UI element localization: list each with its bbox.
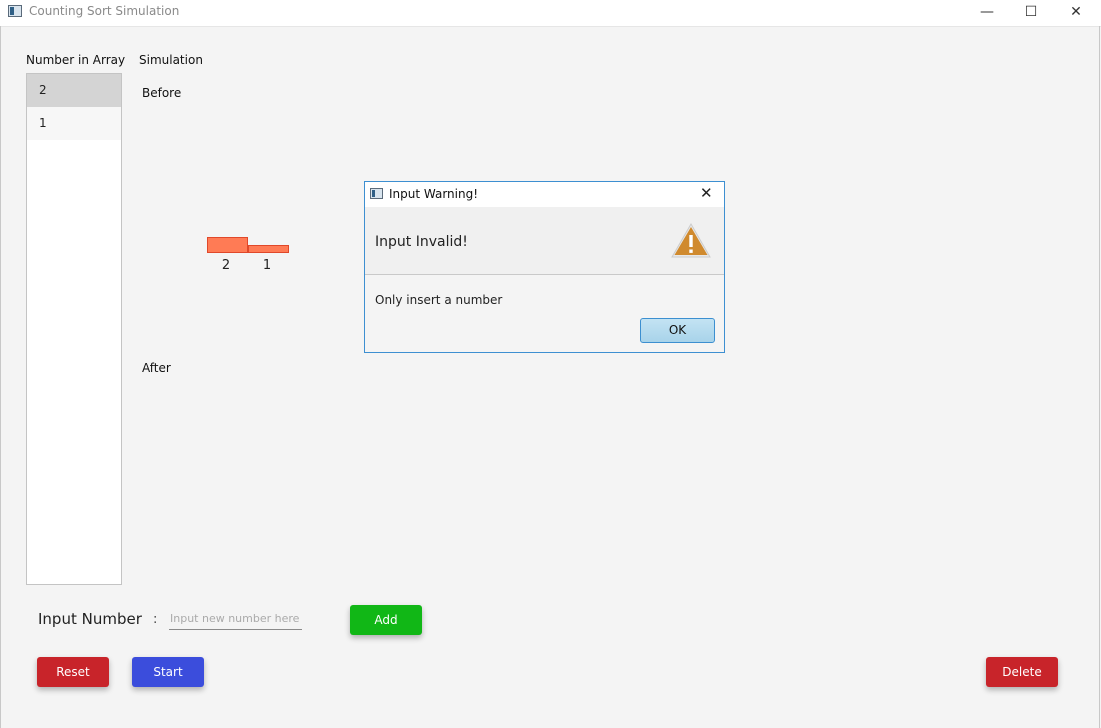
array-bar bbox=[248, 245, 289, 253]
dialog-titlebar[interactable]: Input Warning! ✕ bbox=[365, 182, 724, 207]
window-titlebar[interactable]: Counting Sort Simulation — ☐ ✕ bbox=[0, 0, 1101, 27]
array-list[interactable]: 2 1 bbox=[26, 73, 122, 585]
maximize-button[interactable]: ☐ bbox=[1008, 0, 1054, 26]
dialog-title: Input Warning! bbox=[389, 187, 479, 201]
dialog-content-text: Only insert a number bbox=[375, 293, 503, 307]
input-colon: : bbox=[153, 612, 158, 627]
simulation-title: Simulation bbox=[139, 53, 203, 67]
delete-button[interactable]: Delete bbox=[986, 657, 1058, 687]
dialog-app-icon bbox=[370, 188, 383, 199]
app-icon bbox=[8, 5, 22, 17]
array-bar-label: 1 bbox=[262, 258, 272, 273]
list-item[interactable]: 2 bbox=[27, 74, 121, 107]
array-list-title: Number in Array bbox=[26, 53, 126, 67]
dialog-header: Input Invalid! bbox=[365, 207, 724, 275]
warning-icon bbox=[671, 222, 711, 258]
dialog-header-text: Input Invalid! bbox=[375, 234, 468, 250]
window-border-left bbox=[0, 26, 1, 728]
dialog-close-button[interactable]: ✕ bbox=[700, 184, 713, 202]
close-button[interactable]: ✕ bbox=[1053, 0, 1099, 26]
minimize-button[interactable]: — bbox=[964, 0, 1010, 26]
window-title: Counting Sort Simulation bbox=[29, 4, 180, 18]
window-border-right bbox=[1099, 26, 1100, 728]
before-label: Before bbox=[142, 86, 182, 100]
after-label: After bbox=[142, 361, 171, 375]
input-number-label: Input Number bbox=[38, 610, 142, 628]
ok-button[interactable]: OK bbox=[640, 318, 715, 343]
array-bar bbox=[207, 237, 248, 253]
number-input[interactable] bbox=[169, 608, 302, 630]
input-warning-dialog[interactable]: Input Warning! ✕ Input Invalid! Only ins… bbox=[364, 181, 725, 353]
reset-button[interactable]: Reset bbox=[37, 657, 109, 687]
start-button[interactable]: Start bbox=[132, 657, 204, 687]
add-button[interactable]: Add bbox=[350, 605, 422, 635]
list-item[interactable]: 1 bbox=[27, 107, 121, 140]
array-bar-label: 2 bbox=[221, 258, 231, 273]
